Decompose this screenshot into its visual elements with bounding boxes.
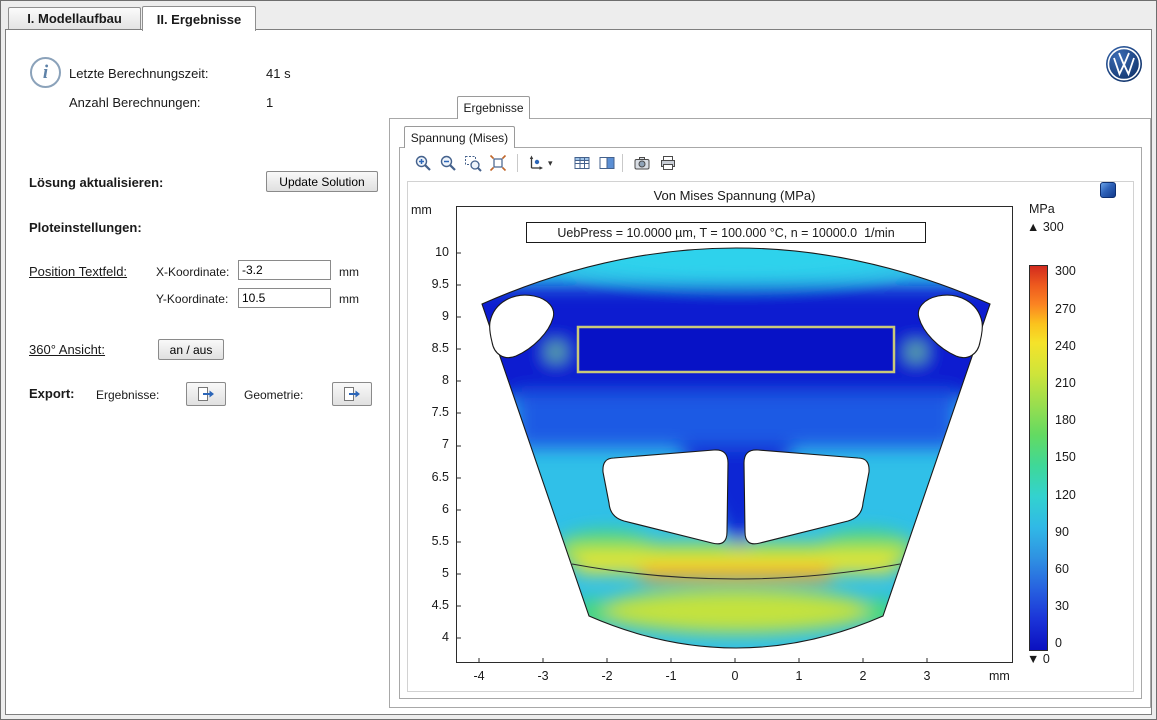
colorbar-tick: 240 bbox=[1055, 339, 1076, 354]
x-tick-label: -2 bbox=[587, 669, 627, 684]
plot-properties-button[interactable] bbox=[1100, 182, 1116, 198]
zoom-out-button[interactable] bbox=[437, 152, 459, 174]
colorbar-tick: 120 bbox=[1055, 488, 1076, 503]
table-icon bbox=[573, 154, 591, 172]
x-coordinate-label: X-Koordinate: bbox=[156, 265, 229, 280]
y-tick-label: 9.5 bbox=[411, 277, 449, 292]
y-tick-label: 5.5 bbox=[411, 534, 449, 549]
y-tick-label: 9 bbox=[411, 309, 449, 324]
x-tick-label: 3 bbox=[907, 669, 947, 684]
export-results-button[interactable] bbox=[186, 382, 226, 406]
colorbar-unit: MPa bbox=[1029, 202, 1055, 217]
export-results-label: Ergebnisse: bbox=[96, 388, 159, 403]
camera-icon bbox=[633, 154, 651, 172]
colorbar-tick: 90 bbox=[1055, 525, 1069, 540]
colorbar bbox=[1029, 265, 1048, 651]
zoom-in-icon bbox=[414, 154, 432, 172]
x-tick-label: -1 bbox=[651, 669, 691, 684]
x-axis-unit: mm bbox=[989, 669, 1010, 684]
colorbar-tick: 30 bbox=[1055, 599, 1069, 614]
colorbar-min-label: ▼ 0 bbox=[1027, 652, 1050, 667]
y-tick-label: 8 bbox=[411, 373, 449, 388]
application-window: I. Modellaufbau II. Ergebnisse i Letzte … bbox=[0, 0, 1157, 720]
export-label: Export: bbox=[29, 386, 75, 401]
export-geometry-button[interactable] bbox=[332, 382, 372, 406]
y-axis-unit: mm bbox=[411, 203, 432, 218]
last-computation-value: 41 s bbox=[266, 66, 291, 81]
tab-modellaufbau[interactable]: I. Modellaufbau bbox=[8, 7, 141, 29]
y-tick-label: 4.5 bbox=[411, 598, 449, 613]
view-360-label: 360° Ansicht: bbox=[29, 342, 105, 357]
vw-logo bbox=[1105, 45, 1143, 83]
tab-ergebnisse-label: II. Ergebnisse bbox=[157, 12, 242, 27]
default-view-dropdown-caret-icon[interactable]: ▾ bbox=[548, 158, 553, 169]
y-tick-label: 5 bbox=[411, 566, 449, 581]
snapshot-button[interactable] bbox=[631, 152, 653, 174]
zoom-extents-button[interactable] bbox=[487, 152, 509, 174]
last-computation-label: Letzte Berechnungszeit: bbox=[69, 66, 208, 81]
update-solution-button[interactable]: Update Solution bbox=[266, 171, 378, 192]
y-coordinate-label: Y-Koordinate: bbox=[156, 292, 228, 307]
x-tick-label: 0 bbox=[715, 669, 755, 684]
x-coordinate-unit: mm bbox=[339, 265, 359, 280]
y-tick-label: 4 bbox=[411, 630, 449, 645]
printer-icon bbox=[659, 154, 677, 172]
default-view-icon bbox=[527, 154, 545, 172]
x-tick-label: 1 bbox=[779, 669, 819, 684]
stress-plot[interactable] bbox=[456, 206, 1013, 663]
zoom-extents-icon bbox=[489, 154, 507, 172]
colorbar-tick: 0 bbox=[1055, 636, 1062, 651]
export-icon bbox=[196, 385, 216, 403]
view-360-toggle-button[interactable]: an / aus bbox=[158, 339, 224, 360]
toolbar-separator bbox=[517, 154, 518, 172]
default-view-button[interactable] bbox=[525, 152, 547, 174]
update-solution-label: Lösung aktualisieren: bbox=[29, 175, 163, 190]
tab-ergebnisse[interactable]: II. Ergebnisse bbox=[142, 6, 256, 31]
plot-settings-heading: Ploteinstellungen: bbox=[29, 220, 142, 235]
magnet-rectangle[interactable] bbox=[578, 327, 894, 372]
y-coordinate-unit: mm bbox=[339, 292, 359, 307]
computation-count-value: 1 bbox=[266, 95, 273, 110]
y-coordinate-input[interactable] bbox=[238, 288, 331, 308]
toolbar-separator bbox=[622, 154, 623, 172]
colorbar-tick: 180 bbox=[1055, 413, 1076, 428]
y-tick-label: 6 bbox=[411, 502, 449, 517]
y-tick-label: 7 bbox=[411, 437, 449, 452]
text-position-label: Position Textfeld: bbox=[29, 264, 127, 279]
y-tick-label: 7.5 bbox=[411, 405, 449, 420]
zoom-box-icon bbox=[464, 154, 482, 172]
computation-count-label: Anzahl Berechnungen: bbox=[69, 95, 201, 110]
x-coordinate-input[interactable] bbox=[238, 260, 331, 280]
x-tick-label: -3 bbox=[523, 669, 563, 684]
image-to-table-icon bbox=[598, 154, 616, 172]
colorbar-tick: 150 bbox=[1055, 450, 1076, 465]
y-tick-label: 8.5 bbox=[411, 341, 449, 356]
zoom-box-button[interactable] bbox=[462, 152, 484, 174]
tab-spannung-mises[interactable]: Spannung (Mises) bbox=[404, 126, 515, 148]
plot-title: Von Mises Spannung (MPa) bbox=[456, 188, 1013, 203]
print-button[interactable] bbox=[657, 152, 679, 174]
zoom-out-icon bbox=[439, 154, 457, 172]
y-tick-label: 6.5 bbox=[411, 470, 449, 485]
image-to-table-button[interactable] bbox=[596, 152, 618, 174]
info-icon: i bbox=[30, 57, 61, 88]
colorbar-tick: 210 bbox=[1055, 376, 1076, 391]
colorbar-tick: 270 bbox=[1055, 302, 1076, 317]
colorbar-tick: 60 bbox=[1055, 562, 1069, 577]
plot-annotation: UebPress = 10.0000 µm, T = 100.000 °C, n… bbox=[526, 222, 926, 243]
export-geometry-label: Geometrie: bbox=[244, 388, 303, 403]
export-icon bbox=[342, 385, 362, 403]
tab-results[interactable]: Ergebnisse bbox=[457, 96, 530, 119]
tab-modellaufbau-label: I. Modellaufbau bbox=[27, 11, 122, 26]
colorbar-tick: 300 bbox=[1055, 264, 1076, 279]
x-tick-label: -4 bbox=[459, 669, 499, 684]
table-button[interactable] bbox=[571, 152, 593, 174]
x-tick-label: 2 bbox=[843, 669, 883, 684]
zoom-in-button[interactable] bbox=[412, 152, 434, 174]
y-tick-label: 10 bbox=[411, 245, 449, 260]
colorbar-max-label: ▲ 300 bbox=[1027, 220, 1064, 235]
